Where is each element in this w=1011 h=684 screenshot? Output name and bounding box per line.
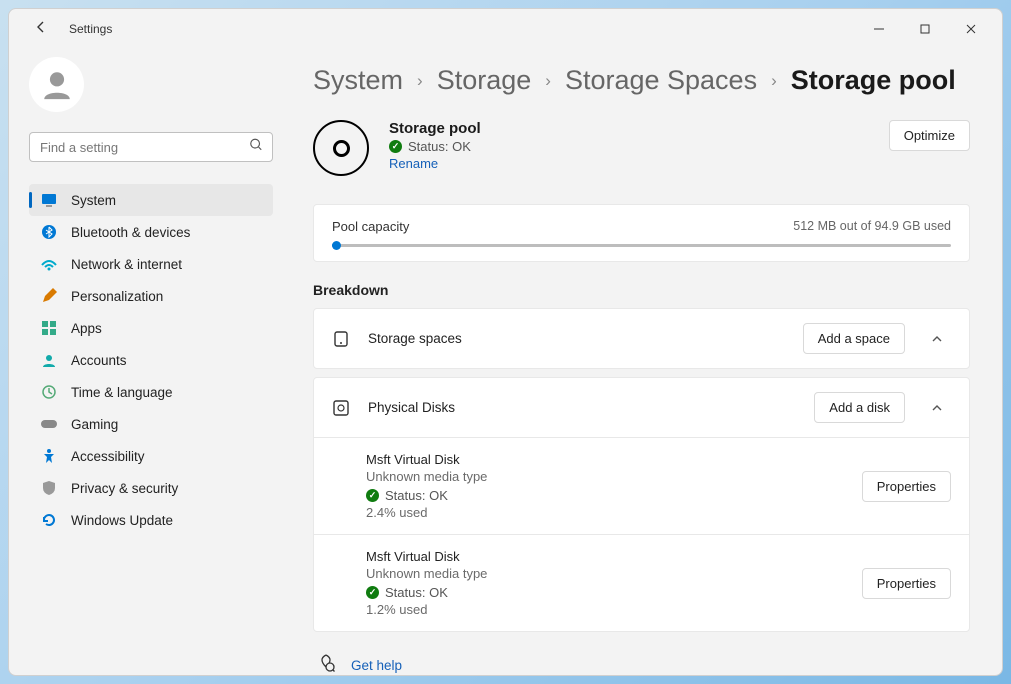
- disk-media: Unknown media type: [366, 566, 844, 581]
- status-ok-icon: [366, 586, 379, 599]
- storage-spaces-row[interactable]: Storage spaces Add a space: [314, 309, 969, 368]
- crumb-storage-spaces[interactable]: Storage Spaces: [565, 65, 757, 96]
- properties-button[interactable]: Properties: [862, 471, 951, 502]
- physical-disks-group: Physical Disks Add a disk Msft Virtual D…: [313, 377, 970, 632]
- back-button[interactable]: [33, 19, 49, 40]
- optimize-button[interactable]: Optimize: [889, 120, 970, 151]
- crumb-system[interactable]: System: [313, 65, 403, 96]
- rename-link[interactable]: Rename: [389, 156, 438, 171]
- accessibility-icon: [41, 448, 57, 464]
- gaming-icon: [41, 416, 57, 432]
- breadcrumb: System › Storage › Storage Spaces › Stor…: [313, 65, 970, 96]
- close-button[interactable]: [948, 13, 994, 45]
- properties-button[interactable]: Properties: [862, 568, 951, 599]
- nav-label: Bluetooth & devices: [71, 225, 190, 240]
- storage-spaces-group: Storage spaces Add a space: [313, 308, 970, 369]
- capacity-bar: [332, 244, 951, 247]
- disk-icon: [332, 399, 350, 417]
- crumb-storage-pool: Storage pool: [791, 65, 956, 96]
- nav-label: Privacy & security: [71, 481, 178, 496]
- nav-label: Windows Update: [71, 513, 173, 528]
- nav-label: Personalization: [71, 289, 163, 304]
- apps-icon: [41, 320, 57, 336]
- nav-label: Network & internet: [71, 257, 182, 272]
- nav-time-language[interactable]: Time & language: [29, 376, 273, 408]
- sidebar: System Bluetooth & devices Network & int…: [9, 49, 289, 675]
- disk-status: Status: OK: [385, 585, 448, 600]
- nav-label: System: [71, 193, 116, 208]
- pool-title: Storage pool: [389, 120, 869, 137]
- physical-disks-row[interactable]: Physical Disks Add a disk: [314, 378, 969, 437]
- personalization-icon: [41, 288, 57, 304]
- main-content: System › Storage › Storage Spaces › Stor…: [289, 49, 1002, 675]
- get-help-link[interactable]: Get help: [351, 658, 402, 673]
- bluetooth-icon: [41, 224, 57, 240]
- disk-used: 1.2% used: [366, 602, 844, 617]
- chevron-right-icon: ›: [417, 71, 423, 91]
- nav-label: Time & language: [71, 385, 173, 400]
- disk-name: Msft Virtual Disk: [366, 452, 844, 467]
- nav-personalization[interactable]: Personalization: [29, 280, 273, 312]
- expand-toggle[interactable]: [923, 333, 951, 345]
- minimize-button[interactable]: [856, 13, 902, 45]
- nav-bluetooth[interactable]: Bluetooth & devices: [29, 216, 273, 248]
- expand-toggle[interactable]: [923, 402, 951, 414]
- settings-window: Settings: [8, 8, 1003, 676]
- update-icon: [41, 512, 57, 528]
- capacity-card: Pool capacity 512 MB out of 94.9 GB used: [313, 204, 970, 262]
- chevron-right-icon: ›: [545, 71, 551, 91]
- physical-disks-label: Physical Disks: [368, 400, 796, 415]
- add-space-button[interactable]: Add a space: [803, 323, 905, 354]
- status-ok-icon: [389, 140, 402, 153]
- nav-privacy[interactable]: Privacy & security: [29, 472, 273, 504]
- capacity-usage: 512 MB out of 94.9 GB used: [793, 219, 951, 234]
- nav-accessibility[interactable]: Accessibility: [29, 440, 273, 472]
- status-ok-icon: [366, 489, 379, 502]
- time-icon: [41, 384, 57, 400]
- crumb-storage[interactable]: Storage: [437, 65, 532, 96]
- search-input[interactable]: [29, 132, 273, 162]
- disk-used: 2.4% used: [366, 505, 844, 520]
- disk-status: Status: OK: [385, 488, 448, 503]
- shield-icon: [41, 480, 57, 496]
- capacity-label: Pool capacity: [332, 219, 409, 234]
- chevron-right-icon: ›: [771, 71, 777, 91]
- search-container: [29, 132, 273, 162]
- nav-label: Gaming: [71, 417, 118, 432]
- nav-apps[interactable]: Apps: [29, 312, 273, 344]
- nav-list: System Bluetooth & devices Network & int…: [29, 184, 273, 536]
- avatar[interactable]: [29, 57, 84, 112]
- titlebar: Settings: [9, 9, 1002, 49]
- disk-row: Msft Virtual Disk Unknown media type Sta…: [314, 437, 969, 534]
- add-disk-button[interactable]: Add a disk: [814, 392, 905, 423]
- nav-gaming[interactable]: Gaming: [29, 408, 273, 440]
- window-title: Settings: [69, 22, 112, 36]
- disk-name: Msft Virtual Disk: [366, 549, 844, 564]
- search-icon: [249, 138, 263, 157]
- accounts-icon: [41, 352, 57, 368]
- nav-label: Accounts: [71, 353, 127, 368]
- nav-system[interactable]: System: [29, 184, 273, 216]
- breakdown-title: Breakdown: [313, 282, 970, 298]
- help-icon: [317, 654, 335, 675]
- pool-status: Status: OK: [389, 139, 869, 154]
- nav-accounts[interactable]: Accounts: [29, 344, 273, 376]
- system-icon: [41, 192, 57, 208]
- nav-update[interactable]: Windows Update: [29, 504, 273, 536]
- storage-space-icon: [332, 330, 350, 348]
- network-icon: [41, 256, 57, 272]
- nav-label: Apps: [71, 321, 102, 336]
- disc-icon: [313, 120, 369, 176]
- maximize-button[interactable]: [902, 13, 948, 45]
- nav-network[interactable]: Network & internet: [29, 248, 273, 280]
- pool-header: Storage pool Status: OK Rename Optimize: [313, 120, 970, 176]
- help-row: Get help: [313, 654, 970, 675]
- disk-row: Msft Virtual Disk Unknown media type Sta…: [314, 534, 969, 631]
- nav-label: Accessibility: [71, 449, 145, 464]
- pool-status-text: Status: OK: [408, 139, 471, 154]
- disk-media: Unknown media type: [366, 469, 844, 484]
- storage-spaces-label: Storage spaces: [368, 331, 785, 346]
